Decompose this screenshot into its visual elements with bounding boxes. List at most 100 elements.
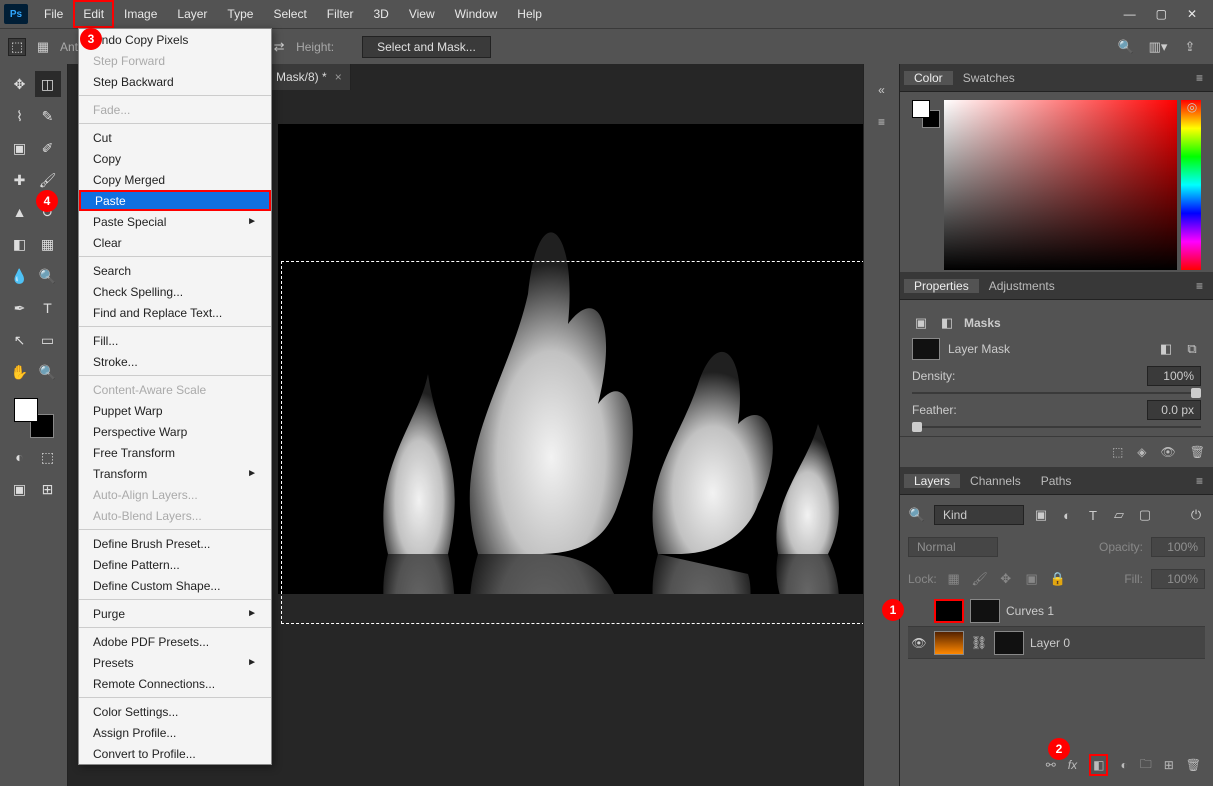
edit-menu-item[interactable]: Free Transform — [79, 442, 271, 463]
blur-tool-icon[interactable]: 💧 — [7, 263, 33, 289]
edit-menu-item[interactable]: Clear — [79, 232, 271, 253]
opacity-field[interactable]: 100% — [1151, 537, 1205, 557]
disable-mask-icon[interactable]: 👁 — [1161, 445, 1176, 459]
edit-menu-item[interactable]: Define Pattern... — [79, 554, 271, 575]
menu-edit[interactable]: Edit — [73, 0, 114, 28]
filter-pixel-icon[interactable]: ▣ — [1032, 506, 1050, 524]
edit-menu-item[interactable]: Puppet Warp — [79, 400, 271, 421]
select-and-mask-button[interactable]: Select and Mask... — [362, 36, 491, 58]
edit-menu-item[interactable]: Define Brush Preset... — [79, 533, 271, 554]
edit-menu-item[interactable]: Purge► — [79, 603, 271, 624]
edit-menu-item[interactable]: Paste Special► — [79, 211, 271, 232]
edit-menu-item[interactable]: Adobe PDF Presets... — [79, 631, 271, 652]
hue-slider[interactable] — [1181, 100, 1201, 270]
menu-help[interactable]: Help — [507, 0, 552, 28]
delete-layer-icon[interactable]: 🗑 — [1186, 758, 1201, 772]
new-layer-icon[interactable]: ⊞ — [1164, 758, 1174, 772]
menu-select[interactable]: Select — [263, 0, 316, 28]
close-icon[interactable]: ✕ — [1187, 7, 1197, 21]
mask-thumb[interactable] — [994, 631, 1024, 655]
lock-transparent-icon[interactable]: ▦ — [945, 570, 963, 588]
menu-image[interactable]: Image — [114, 0, 167, 28]
edit-menu-item[interactable]: Undo Copy Pixels — [79, 29, 271, 50]
menu-filter[interactable]: Filter — [317, 0, 364, 28]
filter-toggle-icon[interactable]: ⏻ — [1187, 506, 1205, 524]
creative-cloud-icon[interactable]: ◎ — [1179, 94, 1205, 120]
blend-mode-select[interactable]: Normal — [908, 537, 998, 557]
pixel-mask-icon[interactable]: ▣ — [912, 314, 930, 332]
load-selection-icon[interactable]: ⬚ — [1112, 445, 1123, 459]
layer-thumb[interactable] — [934, 631, 964, 655]
shape-tool-icon[interactable]: ▭ — [35, 327, 61, 353]
hand-tool-icon[interactable]: ✋ — [7, 359, 33, 385]
edit-menu-item[interactable]: Color Settings... — [79, 701, 271, 722]
edit-menu-item[interactable]: Fill... — [79, 330, 271, 351]
edit-menu-item[interactable]: Remote Connections... — [79, 673, 271, 694]
unlink-icon[interactable]: ⧉ — [1183, 340, 1201, 358]
frame-tool-icon[interactable]: ▣ — [7, 476, 33, 502]
document-tab[interactable]: Mask/8) * × — [268, 64, 351, 90]
swatches-tab[interactable]: Swatches — [953, 71, 1025, 85]
lock-all-icon[interactable]: 🔒 — [1049, 570, 1067, 588]
color-mini-swatch[interactable] — [912, 100, 940, 128]
artboard-tool-icon[interactable]: ⊞ — [35, 476, 61, 502]
quickmask-icon[interactable]: ◐ — [7, 444, 33, 470]
path-select-icon[interactable]: ↖ — [7, 327, 33, 353]
maximize-icon[interactable]: ▢ — [1156, 7, 1167, 21]
filter-type-layer-icon[interactable]: T — [1084, 506, 1102, 524]
channels-tab[interactable]: Channels — [960, 474, 1031, 488]
delete-mask-icon[interactable]: 🗑 — [1190, 445, 1205, 459]
fill-field[interactable]: 100% — [1151, 569, 1205, 589]
layer-row[interactable]: Curves 1 — [908, 595, 1205, 627]
edit-menu-item[interactable]: Cut — [79, 127, 271, 148]
edit-menu-item[interactable]: Perspective Warp — [79, 421, 271, 442]
menu-window[interactable]: Window — [445, 0, 508, 28]
menu-3d[interactable]: 3D — [363, 0, 398, 28]
lock-position-icon[interactable]: ✥ — [997, 570, 1015, 588]
foreground-background-colors[interactable] — [14, 398, 54, 438]
density-field[interactable]: 100% — [1147, 366, 1201, 386]
minimize-icon[interactable]: — — [1124, 7, 1136, 21]
edit-menu-item[interactable]: Convert to Profile... — [79, 743, 271, 764]
edit-menu-item[interactable]: Define Custom Shape... — [79, 575, 271, 596]
adjustment-thumb[interactable] — [934, 599, 964, 623]
lasso-tool-icon[interactable]: ⌇ — [7, 103, 33, 129]
panel-menu-icon[interactable]: ≡ — [1190, 71, 1209, 85]
color-tab[interactable]: Color — [904, 71, 953, 85]
filter-shape-icon[interactable]: ▱ — [1110, 506, 1128, 524]
filter-kind-select[interactable]: Kind — [934, 505, 1024, 525]
apply-mask-icon[interactable]: ◈ — [1137, 445, 1146, 459]
menu-file[interactable]: File — [34, 0, 73, 28]
edit-menu-item[interactable]: Stroke... — [79, 351, 271, 372]
search-icon[interactable]: 🔍 — [1117, 38, 1135, 56]
arrange-icon[interactable]: ▥▾ — [1149, 38, 1167, 56]
color-field[interactable] — [944, 100, 1177, 270]
lock-image-icon[interactable]: 🖌 — [971, 570, 989, 588]
paths-tab[interactable]: Paths — [1031, 474, 1082, 488]
feather-field[interactable]: 0.0 px — [1147, 400, 1201, 420]
eyedropper-icon[interactable]: ✐ — [35, 135, 61, 161]
marquee-tool-icon[interactable]: ⬚ — [8, 38, 26, 56]
visibility-icon[interactable]: 👁 — [910, 636, 928, 650]
filter-adjust-icon[interactable]: ◐ — [1058, 506, 1076, 524]
brush-panel-icon[interactable]: ≡ — [870, 110, 894, 134]
share-icon[interactable]: ⇪ — [1181, 38, 1199, 56]
link-layers-icon[interactable]: ⚯ — [1046, 758, 1056, 772]
filter-smart-icon[interactable]: ▢ — [1136, 506, 1154, 524]
quick-select-icon[interactable]: ✎ — [35, 103, 61, 129]
move-tool-icon[interactable]: ✥ — [7, 71, 33, 97]
edit-menu-item[interactable]: Find and Replace Text... — [79, 302, 271, 323]
edit-menu-item[interactable]: Step Backward — [79, 71, 271, 92]
edit-menu-item[interactable]: Search — [79, 260, 271, 281]
close-tab-icon[interactable]: × — [335, 70, 342, 84]
heal-tool-icon[interactable]: ✚ — [7, 167, 33, 193]
canvas[interactable] — [278, 124, 863, 594]
layer-name[interactable]: Curves 1 — [1006, 604, 1054, 618]
layer-name[interactable]: Layer 0 — [1030, 636, 1070, 650]
lock-artboard-icon[interactable]: ▣ — [1023, 570, 1041, 588]
feather-slider-handle[interactable] — [912, 422, 922, 432]
swap-icon[interactable]: ⇄ — [270, 38, 288, 56]
crop-tool-icon[interactable]: ▣ — [7, 135, 33, 161]
properties-tab[interactable]: Properties — [904, 279, 979, 293]
new-group-icon[interactable]: 🗀 — [1140, 755, 1152, 776]
